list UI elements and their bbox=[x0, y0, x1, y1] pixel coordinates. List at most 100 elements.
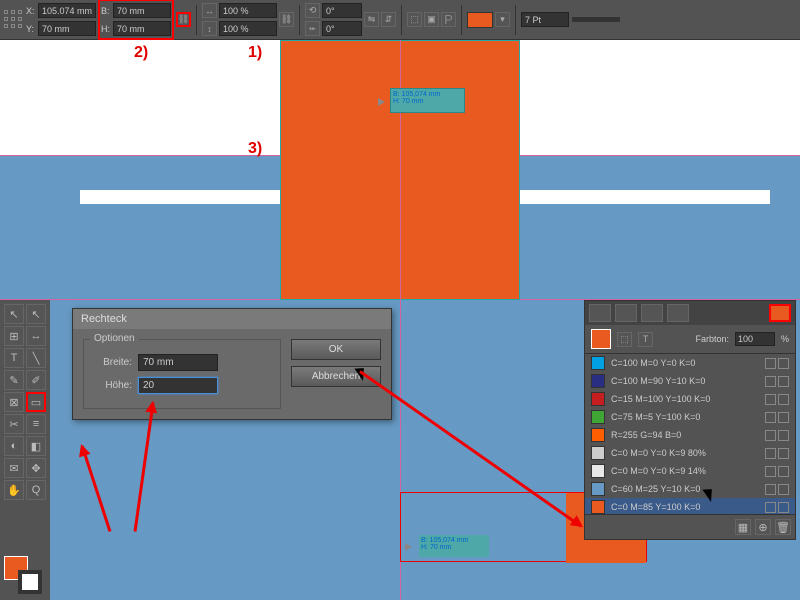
link-scale-icon[interactable]: ⛓ bbox=[279, 12, 294, 27]
shear-icon: ⬰ bbox=[305, 21, 320, 36]
pencil-tool[interactable]: ✐ bbox=[26, 370, 46, 390]
swatch-chip bbox=[591, 500, 605, 514]
color-type-icon bbox=[778, 430, 789, 441]
swatch-name: R=255 G=94 B=0 bbox=[611, 430, 759, 440]
page-tool[interactable]: ⊞ bbox=[4, 326, 24, 346]
swatch-row[interactable]: C=0 M=0 Y=0 K=9 80% bbox=[585, 444, 795, 462]
annotation-3: 3) bbox=[248, 140, 262, 158]
gradient-tool[interactable]: ◐ bbox=[4, 436, 24, 456]
color-type-icon bbox=[778, 358, 789, 369]
delete-swatch-icon[interactable]: 🗑 bbox=[775, 519, 791, 535]
flip-h-icon[interactable]: ⇋ bbox=[364, 12, 379, 27]
swatch-row[interactable]: C=60 M=25 Y=10 K=0 bbox=[585, 480, 795, 498]
annotation-2: 2) bbox=[134, 44, 148, 62]
frame-tool[interactable]: ⊠ bbox=[4, 392, 24, 412]
select-content-icon[interactable]: ▣ bbox=[424, 12, 439, 27]
swatch-chip bbox=[591, 392, 605, 406]
swatch-name: C=0 M=0 Y=0 K=9 14% bbox=[611, 466, 759, 476]
fill-stroke-proxy[interactable] bbox=[4, 556, 44, 596]
tool-panel: ↖ ↖ ⊞ ↔ T ╲ ✎ ✐ ⊠ ▭ ✂ ≡ ◐ ◧ ✉ ✥ ✋ Q bbox=[0, 300, 50, 600]
x-input[interactable] bbox=[38, 3, 96, 18]
shear-input[interactable] bbox=[322, 21, 362, 36]
rotate-icon: ⟲ bbox=[305, 3, 320, 18]
container-format-icon[interactable]: ⬚ bbox=[617, 332, 632, 347]
color-model-icon bbox=[765, 466, 776, 477]
swatch-name: C=75 M=5 Y=100 K=0 bbox=[611, 412, 759, 422]
zoom-tool[interactable]: Q bbox=[26, 480, 46, 500]
stroke-box[interactable] bbox=[18, 570, 42, 594]
active-color-tab[interactable] bbox=[769, 304, 791, 322]
link-wh-icon[interactable]: ⛓ bbox=[176, 12, 191, 27]
fill-swatch[interactable] bbox=[467, 12, 493, 28]
stroke-style[interactable] bbox=[571, 16, 621, 23]
swatch-row[interactable]: C=0 M=85 Y=100 K=0 bbox=[585, 498, 795, 514]
note-tool[interactable]: ✉ bbox=[4, 458, 24, 478]
tab-1[interactable] bbox=[589, 304, 611, 322]
swatch-name: C=60 M=25 Y=10 K=0 bbox=[611, 484, 759, 494]
color-type-icon bbox=[778, 484, 789, 495]
direct-selection-tool[interactable]: ↖ bbox=[26, 304, 46, 324]
height-label: H: bbox=[101, 24, 111, 34]
dlg-width-input[interactable] bbox=[138, 354, 218, 371]
swatch-chip bbox=[591, 428, 605, 442]
tab-3[interactable] bbox=[641, 304, 663, 322]
tint-input[interactable] bbox=[735, 332, 775, 346]
color-type-icon bbox=[778, 502, 789, 513]
rotate-input[interactable] bbox=[322, 3, 362, 18]
swatch-row[interactable]: C=100 M=90 Y=10 K=0 bbox=[585, 372, 795, 390]
tab-2[interactable] bbox=[615, 304, 637, 322]
text-format-icon[interactable]: T bbox=[638, 332, 653, 347]
canvas-upper[interactable]: B: 105,074 mm H: 70 mm bbox=[0, 40, 800, 300]
cursor-tooltip: B: 105,074 mm H: 70 mm bbox=[390, 88, 465, 113]
swatch-row[interactable]: C=15 M=100 Y=100 K=0 bbox=[585, 390, 795, 408]
flip-v-icon[interactable]: ⇵ bbox=[381, 12, 396, 27]
selection-tool[interactable]: ↖ bbox=[4, 304, 24, 324]
y-input[interactable] bbox=[38, 21, 96, 36]
dropdown-icon[interactable]: ▾ bbox=[495, 12, 510, 27]
white-gap-left bbox=[80, 190, 280, 204]
color-model-icon bbox=[765, 448, 776, 459]
color-type-icon bbox=[778, 394, 789, 405]
anchor-marker-icon bbox=[405, 543, 412, 551]
stroke-weight-input[interactable] bbox=[521, 12, 569, 27]
swatch-name: C=15 M=100 Y=100 K=0 bbox=[611, 394, 759, 404]
swatch-row[interactable]: C=0 M=0 Y=0 K=9 14% bbox=[585, 462, 795, 480]
color-type-icon bbox=[778, 448, 789, 459]
scale-x-input[interactable] bbox=[219, 3, 277, 18]
width-input[interactable] bbox=[113, 3, 171, 18]
color-model-icon bbox=[765, 502, 776, 513]
tab-4[interactable] bbox=[667, 304, 689, 322]
scissors-tool[interactable]: ✂ bbox=[4, 414, 24, 434]
new-swatch-icon[interactable]: ⊕ bbox=[755, 519, 771, 535]
eyedropper-tool[interactable]: ✥ bbox=[26, 458, 46, 478]
transform-tool[interactable]: ≡ bbox=[26, 414, 46, 434]
color-type-icon bbox=[778, 466, 789, 477]
rectangle-tool[interactable]: ▭ bbox=[26, 392, 46, 412]
color-type-icon bbox=[778, 412, 789, 423]
type-tool[interactable]: T bbox=[4, 348, 24, 368]
pen-tool[interactable]: ✎ bbox=[4, 370, 24, 390]
rectangle-dialog: Rechteck Optionen Breite: Höhe: OK Abbre… bbox=[72, 308, 392, 420]
panel-fill-proxy[interactable] bbox=[591, 329, 611, 349]
scale-y-input[interactable] bbox=[219, 21, 277, 36]
cursor-icon-2 bbox=[706, 486, 718, 502]
swatch-row[interactable]: R=255 G=94 B=0 bbox=[585, 426, 795, 444]
swatch-view-icon[interactable]: ▦ bbox=[735, 519, 751, 535]
height-input[interactable] bbox=[113, 21, 171, 36]
select-container-icon[interactable]: ⬚ bbox=[407, 12, 422, 27]
hand-tool[interactable]: ✋ bbox=[4, 480, 24, 500]
swatch-list[interactable]: C=100 M=0 Y=0 K=0C=100 M=90 Y=10 K=0 C=15… bbox=[585, 354, 795, 514]
panel-tabs bbox=[585, 301, 795, 325]
dlg-height-input[interactable] bbox=[138, 377, 218, 394]
tint-label: Farbton: bbox=[659, 334, 729, 344]
swatch-row[interactable]: C=75 M=5 Y=100 K=0 bbox=[585, 408, 795, 426]
swatch-chip bbox=[591, 482, 605, 496]
gradient-feather-tool[interactable]: ◧ bbox=[26, 436, 46, 456]
reference-point[interactable] bbox=[4, 10, 24, 30]
gap-tool[interactable]: ↔ bbox=[26, 326, 46, 346]
swatch-row[interactable]: C=100 M=0 Y=0 K=0 bbox=[585, 354, 795, 372]
paragraph-icon[interactable]: P bbox=[441, 12, 456, 27]
ok-button[interactable]: OK bbox=[291, 339, 381, 360]
options-legend: Optionen bbox=[90, 333, 139, 344]
line-tool[interactable]: ╲ bbox=[26, 348, 46, 368]
